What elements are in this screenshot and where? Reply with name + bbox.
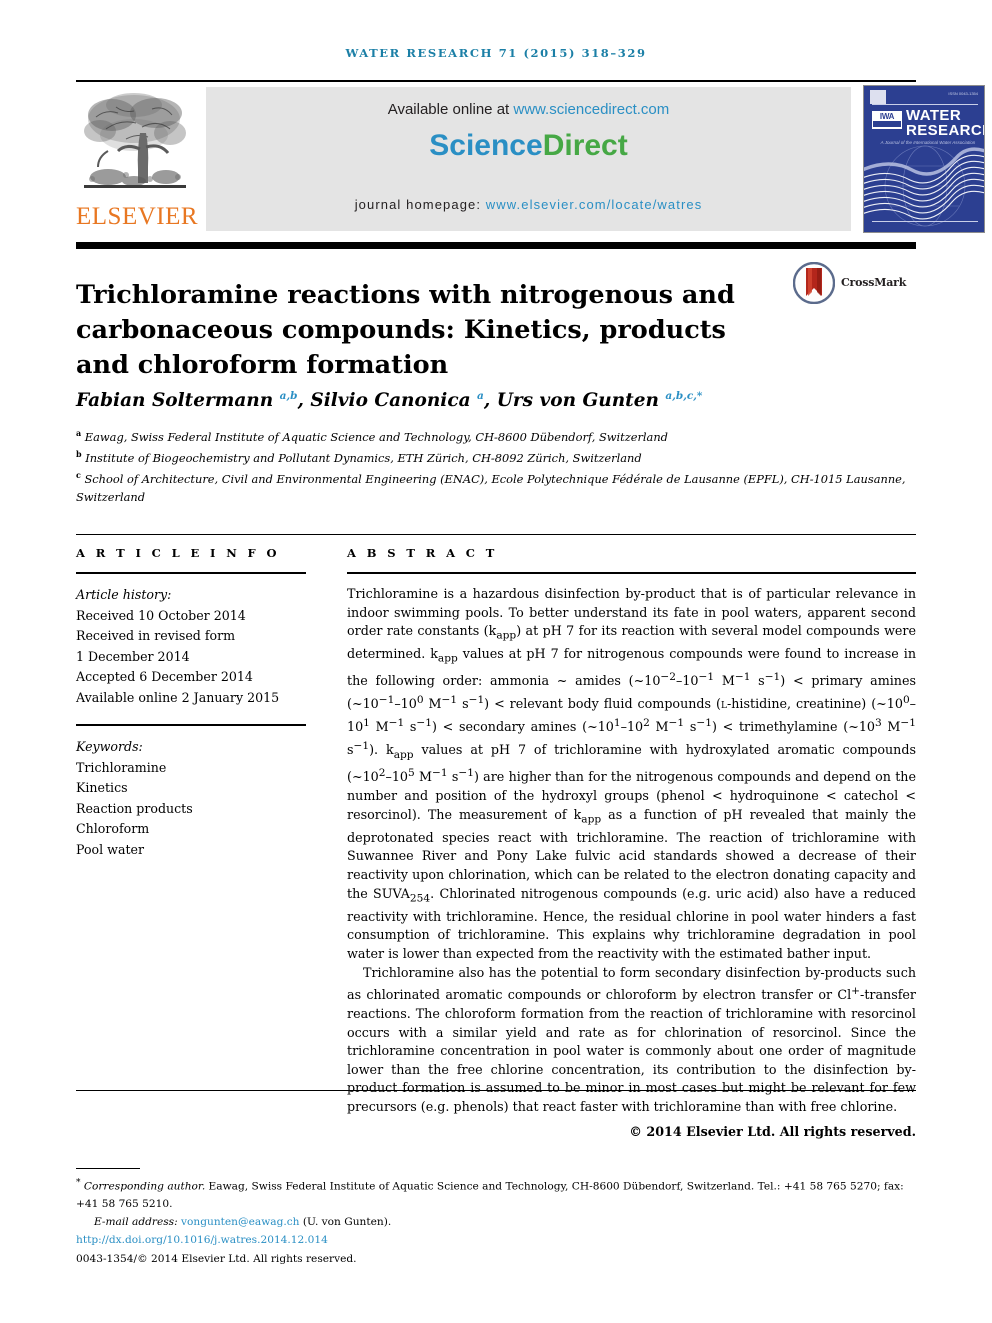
keyword-item: Trichloramine xyxy=(76,759,167,775)
keyword-item: Reaction products xyxy=(76,800,193,816)
article-info-column: A R T I C L E I N F O Article history: R… xyxy=(76,546,306,860)
article-history-item: Available online 2 January 2015 xyxy=(76,689,280,705)
elsevier-tree-icon xyxy=(82,89,188,199)
cover-journal-title: WATER RESEARCH xyxy=(906,107,985,139)
info-section-rule xyxy=(76,534,916,535)
crossmark-icon xyxy=(792,261,836,305)
keywords-rule xyxy=(76,724,306,726)
keywords-items: Trichloramine Kinetics Reaction products Ch… xyxy=(76,758,306,861)
author-affiliation-marker: a,b xyxy=(279,390,298,402)
affiliation-item: b Institute of Biogeochemistry and Pollu… xyxy=(76,449,642,465)
journal-homepage-line: journal homepage: www.elsevier.com/locat… xyxy=(206,197,851,212)
email-link[interactable]: vongunten@eawag.ch xyxy=(181,1216,299,1228)
elsevier-wordmark: ELSEVIER xyxy=(76,203,199,230)
crossmark-label: CrossMark xyxy=(841,276,907,289)
footer-rule xyxy=(76,1090,916,1091)
corresponding-author-note: * Corresponding author. Eawag, Swiss Fed… xyxy=(76,1178,904,1211)
email-label: E-mail address: xyxy=(94,1215,178,1228)
cover-publisher-mark-icon xyxy=(870,90,886,104)
affiliation-marker: b xyxy=(76,449,82,460)
sciencedirect-logo-direct: Direct xyxy=(542,129,628,162)
footnote-separator-rule xyxy=(76,1168,140,1169)
crossmark-badge[interactable]: CrossMark xyxy=(792,261,915,306)
iwa-logo-text: IWA xyxy=(879,112,895,121)
elsevier-logo: ELSEVIER xyxy=(76,85,199,233)
masthead-bottom-bar xyxy=(76,242,916,249)
email-line: E-mail address: vongunten@eawag.ch (U. v… xyxy=(76,1214,916,1232)
article-info-heading-rule xyxy=(76,572,306,574)
doi-link[interactable]: http://dx.doi.org/10.1016/j.watres.2014.… xyxy=(76,1232,916,1250)
keyword-item: Chloroform xyxy=(76,821,150,836)
iwa-logo-icon: IWA xyxy=(871,110,903,130)
sciencedirect-logo-science: Science xyxy=(429,129,543,162)
keywords-block: Keywords: Trichloramine Kinetics Reaction … xyxy=(76,737,306,860)
abstract-body: Trichloramine is a hazardous disinfectio… xyxy=(347,585,916,1117)
journal-article-page: WATER RESEARCH 71 (2015) 318–329 ELSEVIE… xyxy=(0,0,992,1323)
cover-top-rule xyxy=(872,104,978,105)
footnotes: * Corresponding author. Eawag, Swiss Fed… xyxy=(76,1175,916,1268)
page-title: Trichloramine reactions with nitrogenous… xyxy=(76,280,735,381)
sciencedirect-logo: ScienceDirect xyxy=(206,129,851,163)
author-list: Fabian Soltermann a,b, Silvio Canonica a… xyxy=(76,390,703,412)
cover-title-line2: RESEARCH xyxy=(906,122,985,139)
keyword-item: Kinetics xyxy=(76,780,128,795)
cover-issn-text: ISSN 0043-1354 xyxy=(948,91,978,96)
available-online-line: Available online at www.sciencedirect.co… xyxy=(206,101,851,118)
journal-homepage-prefix: journal homepage: xyxy=(354,197,486,212)
available-online-prefix: Available online at xyxy=(387,101,514,118)
author-name: Urs von Gunten xyxy=(496,390,659,412)
email-suffix: (U. von Gunten). xyxy=(302,1215,392,1228)
article-history-item: Received 10 October 2014 xyxy=(76,607,246,623)
article-history-label: Article history: xyxy=(76,587,172,602)
cover-title-line1: WATER xyxy=(906,107,962,124)
cover-wave-graphic xyxy=(864,144,984,230)
affiliation-marker: a xyxy=(76,428,82,438)
keyword-item: Pool water xyxy=(76,841,144,857)
author-affiliation-marker: a xyxy=(477,390,484,402)
cover-bottom-rule xyxy=(872,221,978,222)
header-rule xyxy=(76,80,916,82)
abstract-heading: A B S T R A C T xyxy=(347,546,498,560)
journal-homepage-link[interactable]: www.elsevier.com/locate/watres xyxy=(486,197,703,212)
article-history-items: Received 10 October 2014 Received in revi… xyxy=(76,606,306,709)
article-info-heading: A R T I C L E I N F O xyxy=(76,546,280,560)
affiliation-item: c School of Architecture, Civil and Envi… xyxy=(76,470,906,504)
article-history-item: Accepted 6 December 2014 xyxy=(76,669,253,684)
article-history-block: Article history: Received 10 October 201… xyxy=(76,585,306,708)
issn-copyright-line: 0043-1354/© 2014 Elsevier Ltd. All right… xyxy=(76,1252,357,1265)
keywords-label: Keywords: xyxy=(76,739,143,754)
journal-cover-image: ISSN 0043-1354 IWA WATER RESEARCH A Jour… xyxy=(863,85,985,233)
running-head: WATER RESEARCH 71 (2015) 318–329 xyxy=(345,46,647,60)
abstract-column: A B S T R A C T Trichloramine is a hazar… xyxy=(347,546,916,1139)
abstract-heading-rule xyxy=(347,572,916,574)
affiliation-list: a Eawag, Swiss Federal Institute of Aqua… xyxy=(76,425,916,506)
abstract-copyright: © 2014 Elsevier Ltd. All rights reserved… xyxy=(629,1123,916,1139)
abstract-paragraph-1: Trichloramine is a hazardous disinfectio… xyxy=(347,586,917,961)
iwa-logo-bar xyxy=(873,121,901,127)
sciencedirect-link[interactable]: www.sciencedirect.com xyxy=(513,101,669,118)
abstract-paragraph-2: Trichloramine also has the potential to … xyxy=(347,964,916,1114)
affiliation-marker: c xyxy=(76,470,81,481)
masthead: ELSEVIER Available online at www.science… xyxy=(76,85,985,233)
article-history-item: 1 December 2014 xyxy=(76,648,190,664)
author-affiliation-marker: a,b,c,* xyxy=(665,390,703,402)
author-name: Silvio Canonica xyxy=(310,390,471,412)
affiliation-item: a Eawag, Swiss Federal Institute of Aqua… xyxy=(76,428,668,444)
article-history-item: Received in revised form xyxy=(76,628,236,643)
sciencedirect-band: Available online at www.sciencedirect.co… xyxy=(206,87,851,231)
author-name: Fabian Soltermann xyxy=(76,390,274,412)
